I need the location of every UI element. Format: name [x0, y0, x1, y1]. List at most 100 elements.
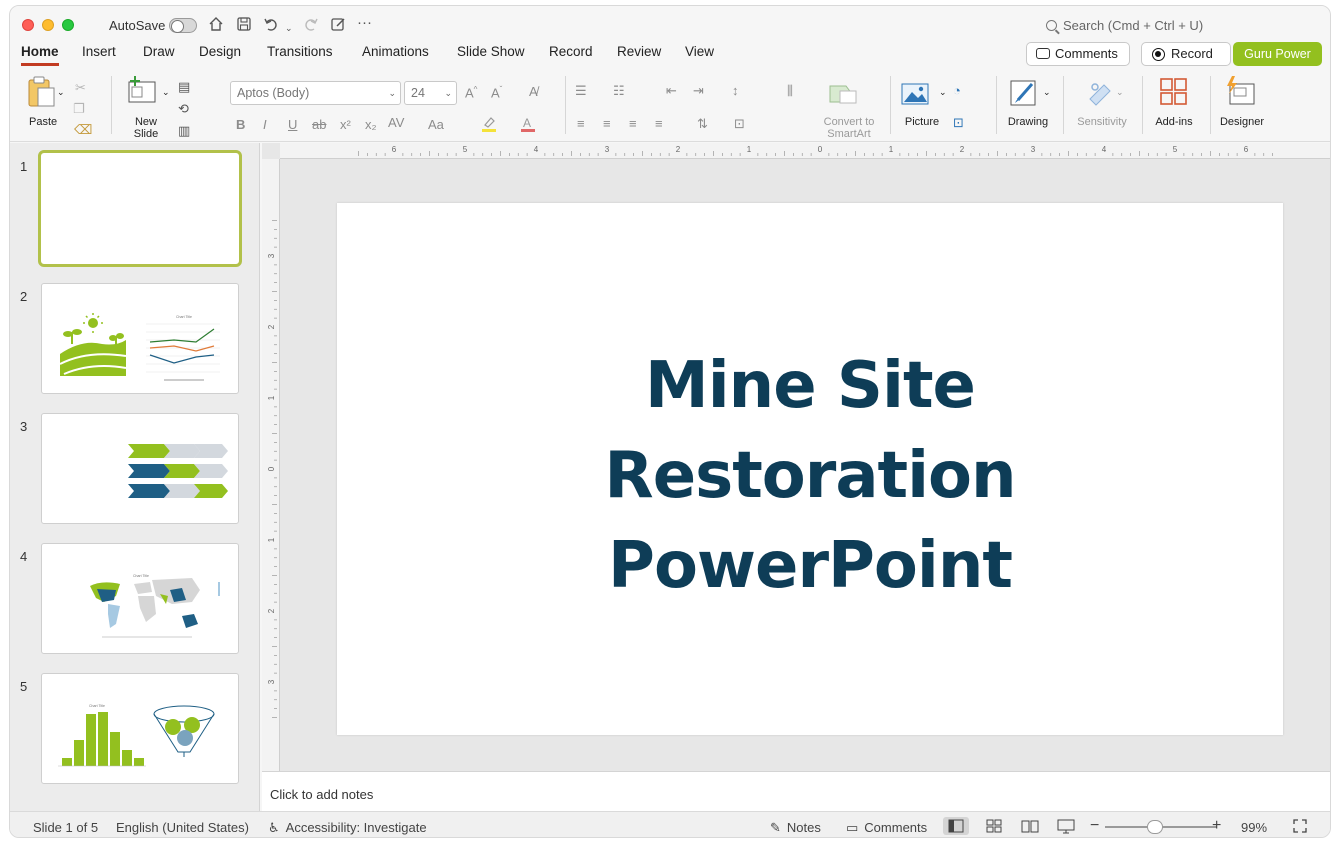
minimize-window-button[interactable] [42, 19, 54, 31]
close-window-button[interactable] [22, 19, 34, 31]
normal-view-button[interactable] [943, 817, 969, 835]
slide-thumbnail-panel[interactable]: 1 2 Chart Title 3 4 Chart Title 5 Chart … [10, 143, 260, 811]
slide-thumbnail-2[interactable]: Chart Title [41, 283, 239, 394]
line-spacing-icon[interactable]: ↕ [732, 83, 739, 98]
add-ins-icon[interactable] [1160, 78, 1188, 109]
tab-review[interactable]: Review [617, 44, 661, 63]
text-box-icon[interactable]: ⊡ [953, 115, 964, 131]
picture-dropdown-chevron-icon[interactable]: ⌄ [939, 86, 947, 98]
designer-icon[interactable] [1224, 76, 1256, 109]
drawing-dropdown-chevron-icon[interactable]: ⌄ [1043, 86, 1051, 98]
picture-icon[interactable] [901, 82, 931, 109]
reading-view-button[interactable] [1017, 817, 1043, 835]
sensitivity-dropdown-chevron-icon[interactable]: ⌄ [1116, 86, 1124, 98]
tab-transitions[interactable]: Transitions [267, 44, 333, 63]
tab-insert[interactable]: Insert [82, 44, 116, 63]
italic-icon[interactable]: I [263, 117, 267, 132]
paste-icon[interactable] [26, 76, 56, 111]
zoom-out-button[interactable]: − [1090, 817, 1099, 835]
tab-design[interactable]: Design [199, 44, 241, 63]
sensitivity-icon[interactable] [1086, 79, 1114, 110]
tab-draw[interactable]: Draw [143, 44, 175, 63]
text-direction-icon[interactable]: ⇅ [697, 116, 708, 132]
slide-thumbnail-4[interactable]: Chart Title [41, 543, 239, 654]
increase-font-icon[interactable]: A^ [465, 85, 477, 100]
cut-icon[interactable]: ✂ [75, 80, 86, 96]
slide-canvas[interactable]: Mine Site Restoration PowerPoint [337, 203, 1283, 735]
slide-title[interactable]: Mine Site Restoration PowerPoint [337, 341, 1283, 611]
new-slide-label-2: Slide [133, 128, 159, 140]
underline-icon[interactable]: U [288, 117, 297, 132]
paste-dropdown-chevron-icon[interactable]: ⌄ [57, 86, 65, 98]
search-box[interactable]: Search (Cmd + Ctrl + U) [1046, 18, 1203, 33]
save-icon[interactable] [236, 16, 252, 37]
copy-icon[interactable]: ❐ [73, 101, 85, 117]
superscript-icon[interactable]: x² [340, 117, 351, 132]
home-icon[interactable] [208, 16, 224, 37]
fit-to-window-icon[interactable] [1292, 818, 1308, 837]
numbering-icon[interactable]: ☷ [613, 83, 625, 99]
accessibility-checker[interactable]: ♿ Accessibility: Investigate [268, 820, 427, 836]
zoom-slider-handle[interactable] [1147, 820, 1163, 834]
columns-icon[interactable]: ⫼ [787, 83, 793, 99]
format-painter-icon[interactable]: ⌫ [74, 122, 92, 138]
tab-record[interactable]: Record [549, 44, 593, 63]
comments-button[interactable]: Comments [1026, 42, 1130, 66]
clear-formatting-icon[interactable]: A̸ [529, 84, 538, 99]
slide-thumbnail-1[interactable] [38, 150, 242, 267]
tab-home[interactable]: Home [21, 44, 59, 66]
decrease-indent-icon[interactable]: ⇤ [666, 83, 677, 99]
subscript-icon[interactable]: x₂ [365, 117, 377, 132]
undo-icon[interactable] [263, 16, 279, 37]
tab-animations[interactable]: Animations [362, 44, 429, 63]
font-name-select[interactable]: Aptos (Body) ⌄ [230, 81, 401, 105]
smartart-icon[interactable] [828, 82, 858, 109]
svg-text:Chart Title: Chart Title [133, 574, 149, 578]
reset-slide-icon[interactable]: ⟲ [178, 101, 189, 117]
new-slide-dropdown-chevron-icon[interactable]: ⌄ [162, 86, 170, 98]
new-slide-icon[interactable] [127, 76, 157, 107]
notes-pane[interactable]: Click to add notes [262, 771, 1330, 811]
section-icon[interactable]: ▥ [178, 123, 190, 139]
increase-indent-icon[interactable]: ⇥ [693, 83, 704, 99]
justify-icon[interactable]: ≡ [655, 116, 663, 131]
accessibility-label: Accessibility: Investigate [285, 820, 427, 835]
more-options-icon[interactable]: ··· [357, 14, 372, 32]
layout-icon[interactable]: ▤ [178, 79, 190, 95]
maximize-window-button[interactable] [62, 19, 74, 31]
align-text-icon[interactable]: ⊡ [734, 116, 745, 132]
font-color-icon[interactable]: A [519, 115, 537, 136]
svg-text:2: 2 [676, 145, 681, 154]
language-indicator[interactable]: English (United States) [116, 820, 249, 835]
comments-toggle-button[interactable]: ▭ Comments [846, 820, 927, 836]
highlight-color-icon[interactable] [480, 115, 498, 136]
draw-note-icon[interactable] [330, 16, 346, 37]
align-center-icon[interactable]: ≡ [603, 116, 611, 131]
notes-toggle-button[interactable]: ✎ Notes [770, 820, 821, 836]
guru-power-button[interactable]: Guru Power [1233, 42, 1322, 66]
align-left-icon[interactable]: ≡ [577, 116, 585, 131]
slideshow-view-button[interactable] [1053, 817, 1079, 835]
slide-editor[interactable]: 6 5 4 3 2 1 0 1 2 3 4 5 6 3 2 1 0 1 2 3 Mine Site Restorat… [262, 143, 1330, 771]
redo-icon[interactable] [303, 16, 319, 37]
bullets-icon[interactable]: ☰ [575, 83, 587, 99]
character-spacing-icon[interactable]: AV [388, 115, 404, 130]
zoom-in-button[interactable]: + [1212, 817, 1221, 835]
slide-thumbnail-3[interactable] [41, 413, 239, 524]
slide-sorter-view-button[interactable] [981, 817, 1007, 835]
drawing-icon[interactable] [1010, 78, 1040, 111]
tab-view[interactable]: View [685, 44, 714, 63]
strikethrough-icon[interactable]: ab [312, 117, 326, 132]
bold-icon[interactable]: B [236, 117, 245, 132]
decrease-font-icon[interactable]: Aˇ [491, 85, 502, 100]
font-size-select[interactable]: 24 ⌄ [404, 81, 457, 105]
slide-thumbnail-5[interactable]: Chart Title [41, 673, 239, 784]
record-button[interactable]: Record [1141, 42, 1231, 66]
shapes-icon[interactable]: ◔ [953, 83, 961, 98]
align-right-icon[interactable]: ≡ [629, 116, 637, 131]
undo-dropdown-chevron-icon[interactable]: ⌄ [285, 19, 293, 37]
tab-slide-show[interactable]: Slide Show [457, 44, 525, 63]
change-case-icon[interactable]: Aa [428, 117, 444, 132]
autosave-toggle[interactable] [169, 18, 197, 33]
zoom-level[interactable]: 99% [1241, 820, 1267, 835]
